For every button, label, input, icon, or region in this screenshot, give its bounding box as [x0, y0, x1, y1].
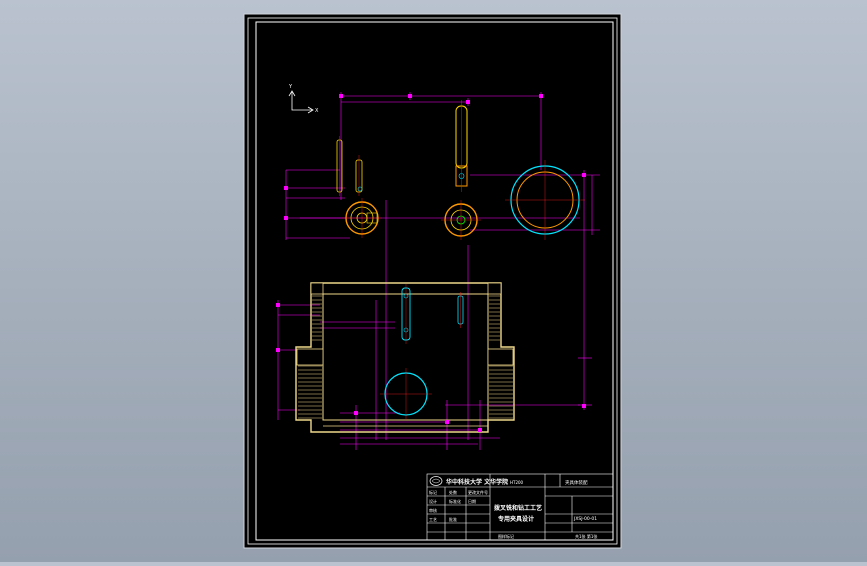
title-row-1-col3: 更改文件号	[468, 489, 488, 495]
sheet-label-top: 夹具体装配	[565, 479, 588, 486]
drawing-title-line2: 专用夹具设计	[498, 515, 534, 523]
title-row-4-col2: 批准	[449, 516, 457, 522]
scale-label: 图样标记	[498, 533, 514, 539]
title-row-4-label: 工艺	[429, 517, 437, 522]
title-row-2-col3: 日期	[468, 498, 476, 504]
school-name: 华中科技大学 文华学院	[446, 478, 508, 486]
drawing-sheet	[243, 13, 622, 549]
title-row-3-label: 审核	[429, 507, 437, 513]
drawing-number: JXSJ-00-01	[573, 516, 597, 522]
sheet-info: 共1张 第1张	[575, 533, 597, 539]
title-row-1-label: 标记	[429, 489, 437, 495]
title-row-2-col2: 标准化	[449, 498, 461, 504]
material-label: HT200	[510, 480, 524, 485]
title-row-2-label: 设计	[429, 498, 437, 504]
drawing-title-line1: 拨叉铣和钻工工艺	[494, 504, 542, 512]
axis-x-label: X	[315, 108, 319, 114]
title-row-1-col2: 处数	[449, 489, 457, 495]
cad-viewport[interactable]: Y X 华中科技大学 文华学院 HT200 夹具体装配 标记 处数 更改文件号 …	[0, 0, 867, 562]
cad-drawing-canvas[interactable]: Y X 华中科技大学 文华学院 HT200 夹具体装配 标记 处数 更改文件号 …	[0, 0, 867, 562]
